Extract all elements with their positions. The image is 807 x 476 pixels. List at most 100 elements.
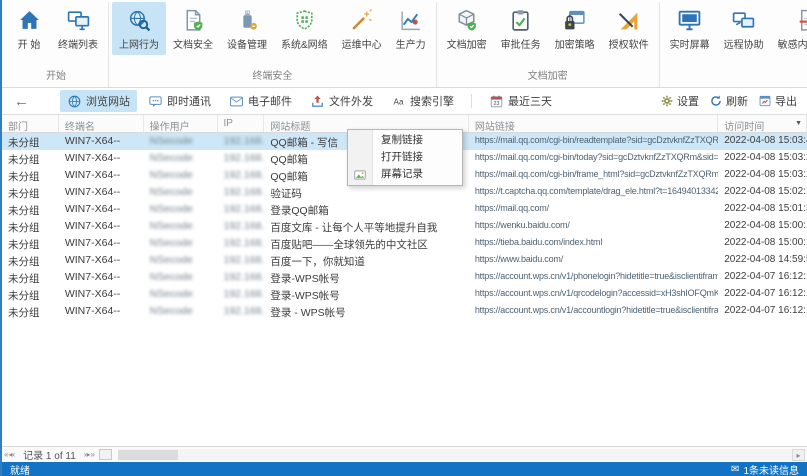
doc-security-icon <box>181 8 206 33</box>
cell-time: 2022-04-08 15:00:12 <box>718 235 807 252</box>
pager-extra-button[interactable] <box>99 449 112 460</box>
ribbon-group-label: 工具 <box>663 69 807 87</box>
cell-dept: 未分组 <box>2 235 59 252</box>
pager-right-buttons: ›▸» <box>84 449 95 460</box>
tab-im[interactable]: 即时通讯 <box>141 90 218 112</box>
cell-user: NSecode <box>144 167 218 184</box>
tab-label: 浏览网站 <box>86 93 130 109</box>
cell-terminal: WIN7-X64-- <box>59 269 144 286</box>
ribbon-item-label: 终端列表 <box>58 36 98 51</box>
pager-next-button-2[interactable]: » <box>90 450 94 459</box>
cell-title: 百度文库 - 让每个人平等地提升自我 <box>264 218 468 235</box>
cell-terminal: WIN7-X64-- <box>59 235 144 252</box>
cell-terminal: WIN7-X64-- <box>59 218 144 235</box>
cell-user: NSecode <box>144 150 218 167</box>
ribbon-item-licensed-software[interactable]: 授权软件 <box>602 2 656 55</box>
tab-search-engine[interactable]: 搜索引擎 <box>384 90 461 112</box>
action-label: 导出 <box>775 93 797 109</box>
ribbon-item-label: 生产力 <box>396 36 426 51</box>
cell-terminal: WIN7-X64-- <box>59 133 144 150</box>
cell-time: 2022-04-08 15:00:19 <box>718 218 807 235</box>
action-gear[interactable]: 设置 <box>660 93 699 109</box>
column-header-dept[interactable]: 部门 <box>2 115 59 132</box>
menu-item-item[interactable]: 打开链接 <box>348 149 462 166</box>
sort-desc-icon: ▼ <box>795 120 802 127</box>
cell-ip: 192.168.1.190 <box>217 184 264 201</box>
cell-user: NSecode <box>144 269 218 286</box>
productivity-icon <box>398 8 423 33</box>
ribbon-item-doc-security[interactable]: 文档安全 <box>166 2 220 55</box>
ribbon-item-label: 系统&网络 <box>281 36 328 51</box>
cell-url: https://account.wps.cn/v1/qrcodelogin?ac… <box>469 286 718 303</box>
ribbon-item-approval-task[interactable]: 审批任务 <box>494 2 548 55</box>
table-row[interactable]: 未分组WIN7-X64--NSecode192.168.1.190登录-WPS帐… <box>2 269 807 286</box>
cell-time: 2022-04-08 14:59:50 <box>718 252 807 269</box>
cell-time: 2022-04-08 15:01:37 <box>718 201 807 218</box>
column-header-url[interactable]: 网站链接 <box>469 115 718 132</box>
ribbon-item-device-manage[interactable]: 设备管理 <box>220 2 274 55</box>
tab-calendar[interactable]: 最近三天 <box>482 90 559 112</box>
web-behavior-icon <box>127 8 152 33</box>
cell-user: NSecode <box>144 252 218 269</box>
ribbon-item-doc-encrypt[interactable]: 文档加密 <box>440 2 494 55</box>
pager-left-buttons: «◂‹ <box>4 449 15 460</box>
ribbon-item-terminal-list[interactable]: 终端列表 <box>51 2 105 55</box>
ribbon-item-home[interactable]: 开 始 <box>7 2 51 55</box>
cell-ip: 192.168.1.190 <box>217 218 264 235</box>
ribbon-item-label: 授权软件 <box>609 36 649 51</box>
ribbon-item-ops-center[interactable]: 运维中心 <box>335 2 389 55</box>
table-row[interactable]: 未分组WIN7-X64--NSecode192.168.1.190百度文库 - … <box>2 218 807 235</box>
sensitive-scan-icon <box>795 8 807 33</box>
action-export[interactable]: 导出 <box>758 93 797 109</box>
cell-user: NSecode <box>144 218 218 235</box>
cell-dept: 未分组 <box>2 286 59 303</box>
ribbon-item-encrypt-policy[interactable]: 加密策略 <box>548 2 602 55</box>
cell-ip: 192.168.1.190 <box>217 303 264 320</box>
scrollbar-thumb[interactable] <box>118 450 178 460</box>
cell-time: 2022-04-07 16:12:14 <box>718 303 807 320</box>
horizontal-scrollbar[interactable] <box>118 449 792 461</box>
doc-encrypt-icon <box>454 8 479 33</box>
tab-email[interactable]: 电子邮件 <box>222 90 299 112</box>
cell-ip: 192.168.1.190 <box>217 167 264 184</box>
encrypt-policy-icon <box>562 8 587 33</box>
unread-message-area[interactable]: ✉ 1条未读信息 <box>731 462 799 476</box>
tab-file-out[interactable]: 文件外发 <box>303 90 380 112</box>
ribbon-item-sensitive-scan[interactable]: 敏感内容扫描 <box>771 2 807 55</box>
ribbon-group-2: 文档加密审批任务加密策略授权软件文档加密 <box>437 2 660 87</box>
cell-title: 登录-WPS帐号 <box>264 286 468 303</box>
ops-center-icon <box>349 8 374 33</box>
cell-user: NSecode <box>144 201 218 218</box>
pager-prev-button-2[interactable]: ‹ <box>12 450 15 459</box>
column-header-terminal[interactable]: 终端名 <box>59 115 144 132</box>
menu-item-item[interactable]: 复制链接 <box>348 132 462 149</box>
cell-title: 验证码 <box>264 184 468 201</box>
column-header-ip[interactable]: IP <box>218 115 265 132</box>
cell-user: NSecode <box>144 184 218 201</box>
back-button[interactable]: ← <box>14 93 42 110</box>
tab-separator <box>471 94 472 108</box>
menu-item-screenshot[interactable]: 屏幕记录 <box>348 166 462 183</box>
ribbon-item-system-network[interactable]: 系统&网络 <box>274 2 335 55</box>
ribbon-item-realtime-screen[interactable]: 实时屏幕 <box>663 2 717 55</box>
table-row[interactable]: 未分组WIN7-X64--NSecode192.168.1.190登录QQ邮箱h… <box>2 201 807 218</box>
column-header-user[interactable]: 操作用户 <box>144 115 218 132</box>
table-row[interactable]: 未分组WIN7-X64--NSecode192.168.1.190登录-WPS帐… <box>2 286 807 303</box>
ribbon-item-productivity[interactable]: 生产力 <box>389 2 433 55</box>
action-label: 刷新 <box>726 93 748 109</box>
action-refresh[interactable]: 刷新 <box>709 93 748 109</box>
table-row[interactable]: 未分组WIN7-X64--NSecode192.168.1.190验证码http… <box>2 184 807 201</box>
table-row[interactable]: 未分组WIN7-X64--NSecode192.168.1.190登录 - WP… <box>2 303 807 320</box>
ribbon-item-web-behavior[interactable]: 上网行为 <box>112 2 166 55</box>
cell-title: 登录 - WPS帐号 <box>264 303 468 320</box>
pager-bar: «◂‹ 记录 1 of 11 ›▸» ▸ <box>2 446 807 462</box>
cell-ip: 192.168.1.190 <box>217 133 264 150</box>
cell-url: https://mail.qq.com/cgi-bin/readtemplate… <box>469 133 718 150</box>
table-row[interactable]: 未分组WIN7-X64--NSecode192.168.1.190百度一下，你就… <box>2 252 807 269</box>
column-header-time[interactable]: 访问时间▼ <box>718 115 807 132</box>
table-row[interactable]: 未分组WIN7-X64--NSecode192.168.1.190百度贴吧——全… <box>2 235 807 252</box>
ribbon-group-3: 实时屏幕远程协助敏感内容扫描库&模板报表中心更多...工具 <box>660 2 807 87</box>
scrollbar-right-arrow[interactable]: ▸ <box>792 449 805 461</box>
tab-browse-web[interactable]: 浏览网站 <box>60 90 137 112</box>
ribbon-item-remote-assist[interactable]: 远程协助 <box>717 2 771 55</box>
